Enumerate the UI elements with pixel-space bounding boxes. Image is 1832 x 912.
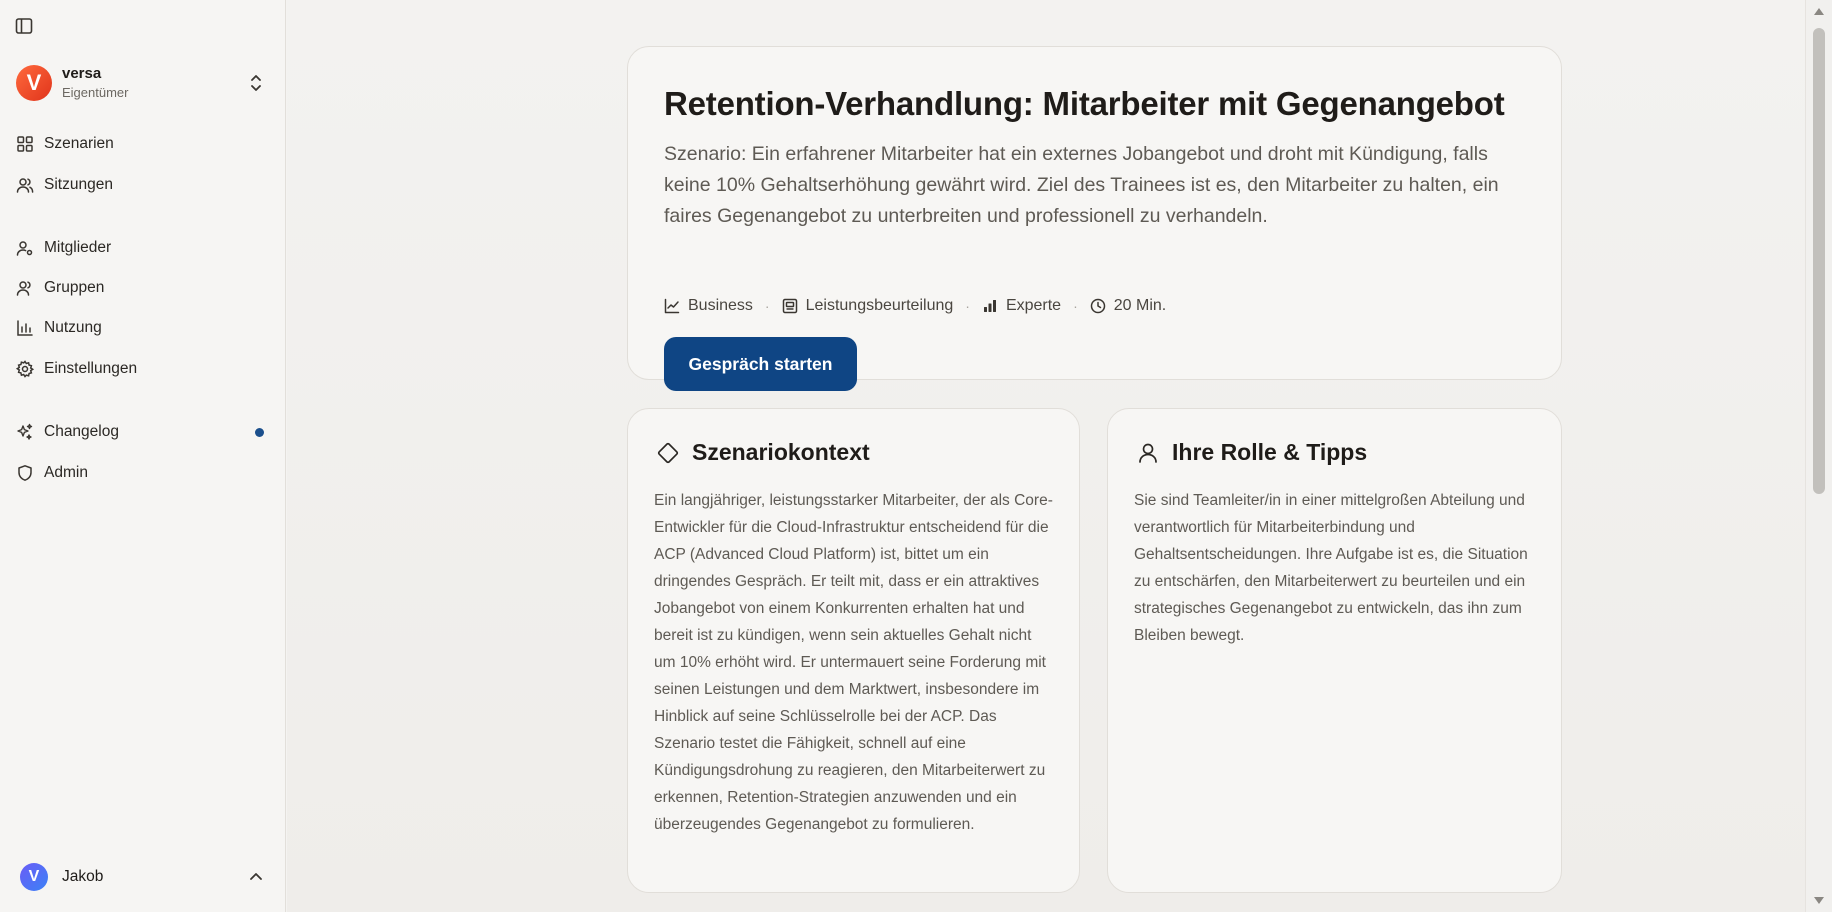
user-name: Jakob xyxy=(62,868,104,885)
scroll-down-arrow-icon[interactable] xyxy=(1814,897,1824,904)
sparkles-icon xyxy=(16,423,34,441)
sidebar-item-sitzungen[interactable]: Sitzungen xyxy=(16,168,270,202)
meta-duration: 20 Min. xyxy=(1090,297,1166,315)
scroll-up-arrow-icon[interactable] xyxy=(1814,8,1824,15)
shield-icon xyxy=(16,464,34,482)
role-tips-card: Ihre Rolle & Tipps Sie sind Teamleiter/i… xyxy=(1107,408,1562,893)
meta-category-label: Business xyxy=(688,297,753,314)
meta-category: Business xyxy=(664,297,753,315)
sidebar-toggle-icon[interactable] xyxy=(14,16,34,36)
grid-icon xyxy=(16,135,34,153)
chevron-up-down-icon xyxy=(248,73,264,93)
sidebar-item-label: Einstellungen xyxy=(44,360,138,377)
sidebar-item-changelog[interactable]: Changelog xyxy=(16,415,270,449)
sidebar-item-einstellungen[interactable]: Einstellungen xyxy=(15,352,270,386)
sidebar-item-label: Admin xyxy=(44,464,88,481)
tips-card-header: Ihre Rolle & Tipps xyxy=(1136,439,1367,466)
meta-level: Experte xyxy=(982,297,1061,315)
sidebar-item-gruppen[interactable]: Gruppen xyxy=(16,271,270,305)
page-title: Retention-Verhandlung: Mitarbeiter mit G… xyxy=(664,85,1505,122)
signal-bars-icon xyxy=(982,298,998,314)
org-logo: V xyxy=(16,65,52,101)
meta-separator: · xyxy=(1073,298,1078,314)
sidebar-item-label: Szenarien xyxy=(44,135,114,152)
scenario-hero-card: Retention-Verhandlung: Mitarbeiter mit G… xyxy=(627,46,1562,391)
chevron-up-icon xyxy=(248,869,264,885)
main-content: Retention-Verhandlung: Mitarbeiter mit G… xyxy=(287,0,1805,912)
scrollbar-thumb[interactable] xyxy=(1813,28,1825,494)
meta-duration-label: 20 Min. xyxy=(1113,297,1167,314)
scenario-description: Szenario: Ein erfahrener Mitarbeiter hat… xyxy=(664,143,1499,227)
org-switcher[interactable]: V versa Eigentümer xyxy=(16,62,272,104)
review-icon xyxy=(782,298,798,314)
avatar: V xyxy=(20,863,48,891)
user-cog-icon xyxy=(16,239,34,257)
context-card-body: Ein langjähriger, leistungsstarker Mitar… xyxy=(654,492,1053,833)
sidebar-item-nutzung[interactable]: Nutzung xyxy=(16,311,270,345)
sidebar-item-label: Changelog xyxy=(44,423,119,440)
clock-icon xyxy=(1090,298,1106,314)
scenario-meta: Business · Leistungsbeurteilung · Expert… xyxy=(664,297,1166,315)
sidebar-item-label: Gruppen xyxy=(44,279,105,296)
group-icon xyxy=(16,279,34,297)
tips-card-title: Ihre Rolle & Tipps xyxy=(1172,439,1368,465)
diamond-icon xyxy=(656,441,680,465)
meta-topic-label: Leistungsbeurteilung xyxy=(805,297,954,314)
scenario-context-card: Szenariokontext Ein langjähriger, leistu… xyxy=(627,408,1080,893)
sidebar-item-mitglieder[interactable]: Mitglieder xyxy=(16,231,270,265)
changelog-notification-dot xyxy=(255,428,264,437)
page-scrollbar[interactable] xyxy=(1805,0,1832,912)
org-name: versa xyxy=(62,65,102,83)
sidebar-item-label: Sitzungen xyxy=(44,176,113,193)
bar-chart-icon xyxy=(16,319,34,337)
user-menu[interactable]: V Jakob xyxy=(20,860,272,894)
context-card-header: Szenariokontext xyxy=(656,439,870,466)
trend-chart-icon xyxy=(664,298,680,314)
start-conversation-button[interactable]: Gespräch starten xyxy=(664,337,857,391)
user-icon xyxy=(1136,441,1160,465)
sidebar-item-label: Nutzung xyxy=(44,319,102,336)
tips-card-body: Sie sind Teamleiter/in in einer mittelgr… xyxy=(1134,492,1528,644)
sidebar-item-szenarien[interactable]: Szenarien xyxy=(16,127,270,161)
meta-level-label: Experte xyxy=(1005,297,1062,314)
sidebar: V versa Eigentümer Szenarien Sitzungen M… xyxy=(0,0,286,912)
meta-separator: · xyxy=(965,298,970,314)
context-card-title: Szenariokontext xyxy=(692,439,870,465)
users-icon xyxy=(16,176,34,194)
meta-topic: Leistungsbeurteilung xyxy=(782,297,954,315)
sidebar-item-label: Mitglieder xyxy=(44,239,112,256)
org-role: Eigentümer xyxy=(62,85,129,101)
meta-separator: · xyxy=(764,298,770,314)
gear-icon xyxy=(15,360,35,378)
sidebar-item-admin[interactable]: Admin xyxy=(16,456,270,490)
